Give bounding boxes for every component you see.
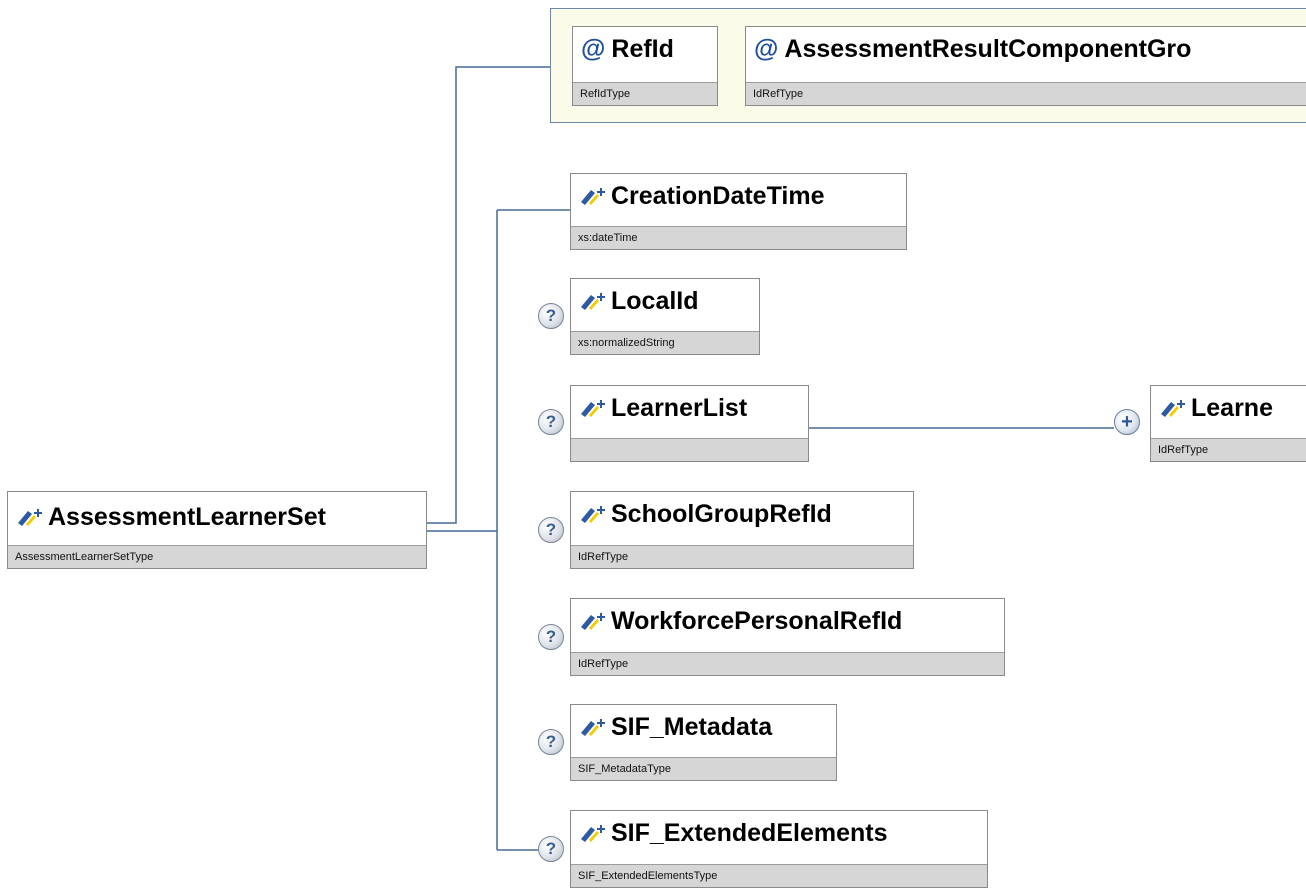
at-icon: @	[581, 34, 606, 63]
element-workforce-personal-ref-id[interactable]: WorkforcePersonalRefId IdRefType	[570, 598, 1005, 676]
element-name: CreationDateTime	[611, 181, 825, 210]
element-sif-extended-elements[interactable]: SIF_ExtendedElements SIF_ExtendedElement…	[570, 810, 988, 888]
attribute-name: RefId	[611, 34, 674, 63]
question-mark-icon: ?	[538, 836, 564, 862]
element-type: SIF_MetadataType	[571, 757, 836, 780]
element-type: xs:normalizedString	[571, 331, 759, 354]
attribute-name: AssessmentResultComponentGro	[784, 34, 1192, 63]
element-name: WorkforcePersonalRefId	[611, 606, 903, 635]
element-icon	[581, 613, 605, 630]
attribute-type: RefIdType	[573, 82, 717, 105]
element-name: LocalId	[611, 286, 699, 315]
question-mark-icon: ?	[538, 624, 564, 650]
attribute-group: @ RefId RefIdType @ AssessmentResultComp…	[550, 8, 1306, 123]
attribute-assessment-result-component-group[interactable]: @ AssessmentResultComponentGro IdRefType	[745, 26, 1306, 106]
element-icon	[1161, 400, 1185, 417]
element-learner-list-child[interactable]: Learne IdRefType	[1150, 385, 1306, 462]
element-type	[571, 438, 808, 461]
element-icon	[581, 400, 605, 417]
element-name: AssessmentLearnerSet	[48, 502, 326, 531]
element-icon	[581, 825, 605, 842]
element-type: AssessmentLearnerSetType	[8, 545, 426, 568]
element-learner-list[interactable]: LearnerList	[570, 385, 809, 462]
element-icon	[581, 506, 605, 523]
element-type: SIF_ExtendedElementsType	[571, 864, 987, 887]
element-icon	[581, 719, 605, 736]
question-mark-icon: ?	[538, 517, 564, 543]
question-mark-icon: ?	[538, 729, 564, 755]
element-type: IdRefType	[571, 652, 1004, 675]
element-name: SIF_ExtendedElements	[611, 818, 888, 847]
attribute-type: IdRefType	[746, 82, 1306, 105]
question-mark-icon: ?	[538, 409, 564, 435]
element-type: xs:dateTime	[571, 226, 906, 249]
element-icon	[581, 293, 605, 310]
element-name: SchoolGroupRefId	[611, 499, 832, 528]
element-type: IdRefType	[571, 545, 913, 568]
element-icon	[581, 188, 605, 205]
element-school-group-ref-id[interactable]: SchoolGroupRefId IdRefType	[570, 491, 914, 569]
element-name: Learne	[1191, 393, 1273, 422]
element-name: LearnerList	[611, 393, 748, 422]
at-icon: @	[754, 34, 779, 63]
element-local-id[interactable]: LocalId xs:normalizedString	[570, 278, 760, 355]
root-element-assessment-learner-set[interactable]: AssessmentLearnerSet AssessmentLearnerSe…	[7, 491, 427, 569]
element-creation-date-time[interactable]: CreationDateTime xs:dateTime	[570, 173, 907, 250]
element-name: SIF_Metadata	[611, 712, 773, 741]
attribute-refid[interactable]: @ RefId RefIdType	[572, 26, 718, 106]
element-type: IdRefType	[1151, 438, 1306, 461]
element-sif-metadata[interactable]: SIF_Metadata SIF_MetadataType	[570, 704, 837, 781]
question-mark-icon: ?	[538, 303, 564, 329]
element-icon	[18, 509, 42, 526]
plus-icon[interactable]: +	[1114, 409, 1140, 435]
